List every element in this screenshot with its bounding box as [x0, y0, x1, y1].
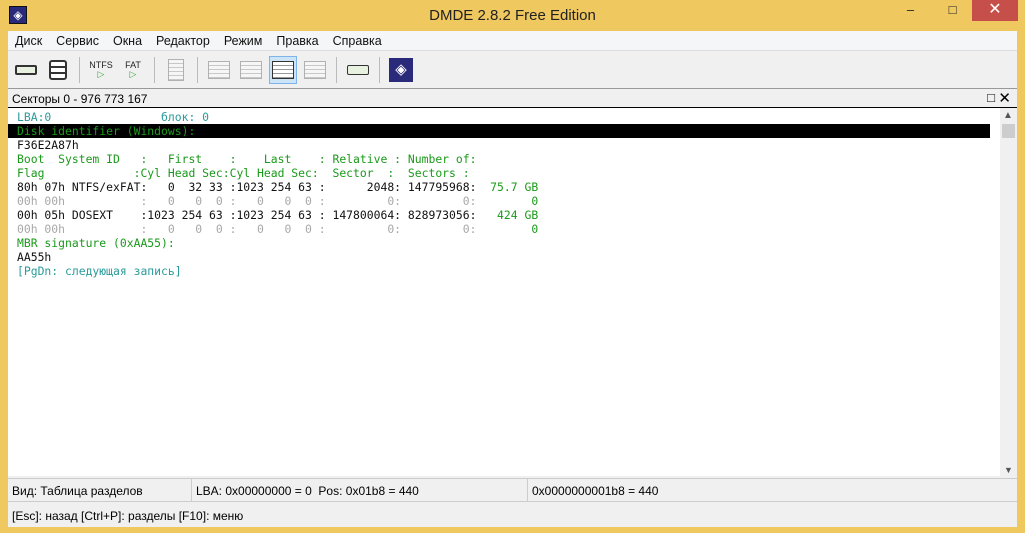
text-segment: 0 — [476, 194, 539, 208]
menu-windows[interactable]: Окна — [106, 31, 149, 50]
text-segment: MBR signature (0xAA55): — [17, 236, 175, 250]
toolbar: NTFS ▷ FAT ▷ ◈ — [8, 50, 1017, 88]
scroll-down-icon[interactable]: ▼ — [1004, 465, 1013, 475]
menu-service[interactable]: Сервис — [49, 31, 106, 50]
text-segment: 00h 00h : 0 0 0 : 0 0 0 : 0: 0: — [17, 194, 477, 208]
text-segment: Boot System ID : First : Last : Relative… — [17, 152, 477, 166]
text-line[interactable]: F36E2A87h — [17, 138, 990, 152]
selected-line[interactable]: Disk identifier (Windows): — [8, 124, 990, 138]
toolbar-separator — [154, 56, 155, 83]
text-line[interactable]: MBR signature (0xAA55): — [17, 236, 990, 250]
new-file-button[interactable] — [162, 56, 190, 84]
text-line[interactable]: LBA:0 блок: 0 — [17, 110, 990, 124]
list-view-icon — [240, 60, 262, 79]
status-offset: 0x0000000001b8 = 440 — [532, 484, 659, 498]
drive-icon — [15, 64, 37, 75]
text-line[interactable]: 00h 00h : 0 0 0 : 0 0 0 : 0: 0: 0 — [17, 194, 990, 208]
pane-header: Секторы 0 - 976 773 167 □ ✕ — [8, 88, 1017, 107]
menu-edit[interactable]: Правка — [269, 31, 325, 50]
status-bar: Вид: Таблица разделов LBA: 0x00000000 = … — [8, 478, 1017, 502]
vertical-scrollbar[interactable]: ▲ ▼ — [1000, 108, 1017, 477]
text-segment: Flag :Cyl Head Sec:Cyl Head Sec: Sector … — [17, 166, 470, 180]
scroll-thumb[interactable] — [1002, 124, 1015, 138]
new-file-icon — [168, 58, 184, 81]
partitions-icon — [49, 59, 67, 80]
search-view-icon — [304, 60, 326, 79]
menu-help[interactable]: Справка — [326, 31, 389, 50]
toolbar-separator — [379, 56, 380, 83]
text-line[interactable]: Boot System ID : First : Last : Relative… — [17, 152, 990, 166]
copy-sectors-icon — [347, 64, 369, 75]
dmde-logo-icon: ◈ — [389, 57, 413, 82]
text-segment: 0 — [476, 222, 539, 236]
partitions-button[interactable] — [44, 56, 72, 84]
open-ntfs-button[interactable]: NTFS ▷ — [87, 56, 115, 84]
text-segment: 75.7 GB — [476, 180, 539, 194]
text-segment: 424 GB — [476, 208, 539, 222]
menu-editor[interactable]: Редактор — [149, 31, 217, 50]
copy-sectors-button[interactable] — [344, 56, 372, 84]
table-view-icon — [272, 60, 294, 79]
window-title: DMDE 2.8.2 Free Edition — [429, 7, 596, 24]
text-segment: F36E2A87h — [17, 138, 79, 152]
text-segment: 00h 05h DOSEXT :1023 254 63 :1023 254 63… — [17, 208, 477, 222]
app-window: Диск Сервис Окна Редактор Режим Правка С… — [8, 31, 1017, 527]
text-line[interactable]: 00h 05h DOSEXT :1023 254 63 :1023 254 63… — [17, 208, 990, 222]
text-line[interactable]: 00h 00h : 0 0 0 : 0 0 0 : 0: 0: 0 — [17, 222, 990, 236]
tree-view-button[interactable] — [205, 56, 233, 84]
status-view: Вид: Таблица разделов — [8, 479, 192, 501]
table-view-button[interactable] — [269, 55, 297, 84]
menu-disk[interactable]: Диск — [8, 31, 49, 50]
search-view-button[interactable] — [301, 56, 329, 84]
play-icon: ▷ — [97, 69, 105, 79]
text-line[interactable]: [PgDn: следующая запись] — [17, 264, 990, 278]
list-view-button[interactable] — [237, 56, 265, 84]
text-line[interactable]: 80h 07h NTFS/exFAT: 0 32 33 :1023 254 63… — [17, 180, 990, 194]
about-button[interactable]: ◈ — [387, 56, 415, 84]
title-bar: ◈ DMDE 2.8.2 Free Edition – □ ✕ — [0, 0, 1025, 31]
toolbar-separator — [197, 56, 198, 83]
text-line[interactable]: AA55h — [17, 250, 990, 264]
toolbar-separator — [336, 56, 337, 83]
scroll-up-icon[interactable]: ▲ — [1003, 110, 1013, 121]
pane-maximize-button[interactable]: □ — [987, 90, 995, 105]
text-line[interactable]: Flag :Cyl Head Sec:Cyl Head Sec: Sector … — [17, 166, 990, 180]
partition-table-view[interactable]: LBA:0 блок: 0 Disk identifier (Windows): F… — [8, 107, 1017, 477]
text-segment: AA55h — [17, 250, 52, 264]
text-segment: [PgDn: следующая запись] — [17, 264, 182, 278]
select-drive-button[interactable] — [12, 56, 40, 84]
toolbar-separator — [79, 56, 80, 83]
menu-bar: Диск Сервис Окна Редактор Режим Правка С… — [8, 31, 1017, 50]
minimize-button[interactable]: – — [895, 0, 926, 21]
open-fat-button[interactable]: FAT ▷ — [119, 56, 147, 84]
menu-mode[interactable]: Режим — [217, 31, 270, 50]
text-segment: Disk identifier (Windows): — [17, 124, 196, 138]
tree-view-icon — [208, 60, 230, 79]
text-segment: LBA:0 блок: 0 — [17, 110, 210, 124]
status-lba: LBA: 0x00000000 = 0 Pos: 0x01b8 = 440 — [192, 479, 528, 501]
maximize-button[interactable]: □ — [937, 0, 968, 21]
pane-title: Секторы 0 - 976 773 167 — [12, 92, 148, 106]
text-segment: 00h 00h : 0 0 0 : 0 0 0 : 0: 0: — [17, 222, 477, 236]
close-button[interactable]: ✕ — [972, 0, 1018, 21]
pane-close-button[interactable]: ✕ — [998, 89, 1011, 107]
hotkey-hints: [Esc]: назад [Ctrl+P]: разделы [F10]: ме… — [12, 509, 244, 523]
text-lines: LBA:0 блок: 0 Disk identifier (Windows): F… — [8, 110, 990, 278]
play-icon: ▷ — [129, 69, 137, 79]
text-segment: 80h 07h NTFS/exFAT: 0 32 33 :1023 254 63… — [17, 180, 477, 194]
